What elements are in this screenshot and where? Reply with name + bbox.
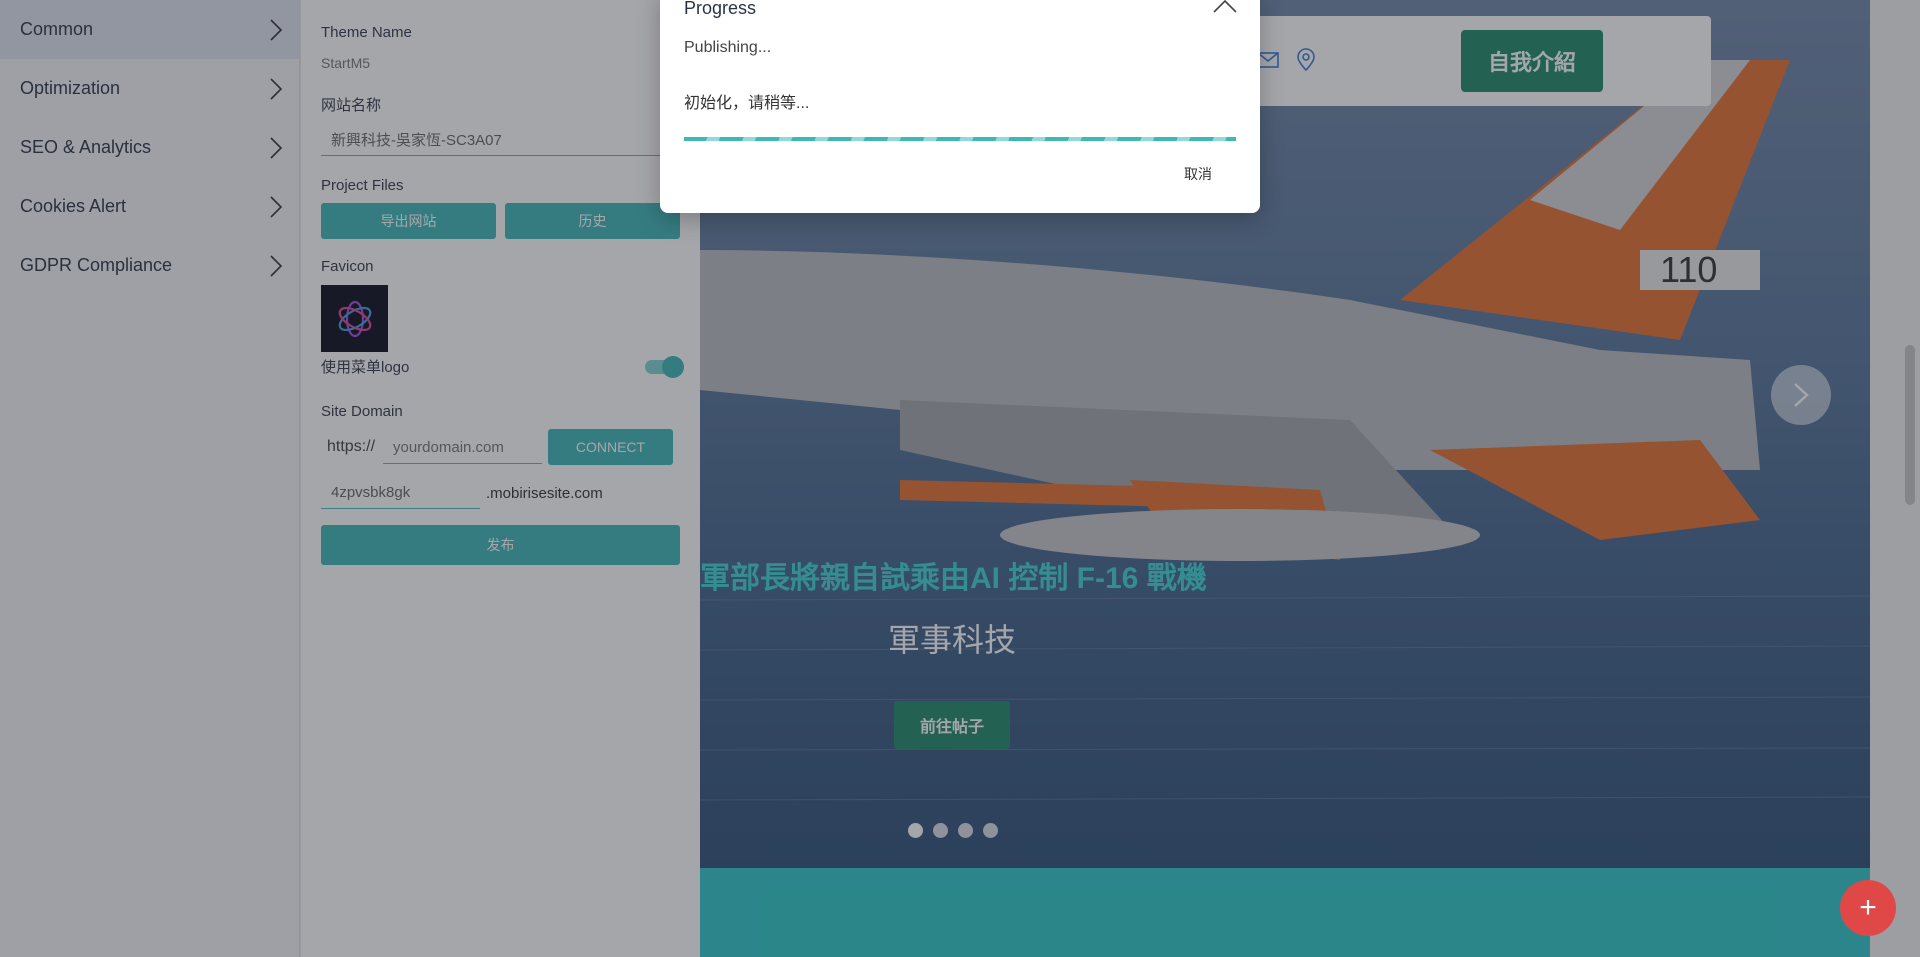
dialog-title: Progress [684,0,757,18]
dialog-status: Publishing... [684,39,772,56]
progress-bar [684,137,1236,141]
add-block-button[interactable]: + [1840,880,1896,936]
close-icon[interactable] [1212,0,1238,14]
cancel-button[interactable]: 取消 [1184,164,1212,184]
progress-dialog: Progress Publishing... 初始化，请稍等... 取消 [660,0,1260,213]
dialog-message: 初始化，请稍等... [684,95,810,112]
